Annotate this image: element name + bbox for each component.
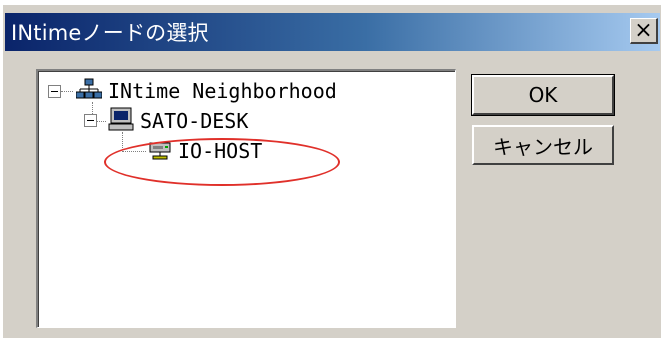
tree-node-label: SATO-DESK (140, 109, 249, 133)
tree-node-root[interactable]: INtime Neighborhood (75, 77, 337, 105)
node-tree[interactable]: INtime Neighborhood SATO-DESK IO-HOST (36, 69, 456, 328)
ok-button[interactable]: OK (471, 74, 615, 116)
tree-node-label: INtime Neighborhood (108, 79, 337, 103)
tree-node-sato-desk[interactable]: SATO-DESK (108, 107, 248, 135)
cancel-button[interactable]: キャンセル (472, 125, 614, 165)
computer-icon (108, 107, 134, 136)
close-icon: × (634, 17, 653, 43)
annotation-ellipse (104, 138, 340, 186)
collapse-toggle-root[interactable] (48, 85, 61, 98)
window-title: INtimeノードの選択 (11, 21, 209, 45)
network-icon (75, 78, 103, 105)
tree-connector (61, 91, 73, 92)
tree-connector (96, 121, 106, 122)
close-button[interactable]: × (630, 18, 658, 44)
title-bar[interactable]: INtimeノードの選択 × (5, 13, 660, 51)
collapse-toggle-sato-desk[interactable] (84, 114, 97, 127)
